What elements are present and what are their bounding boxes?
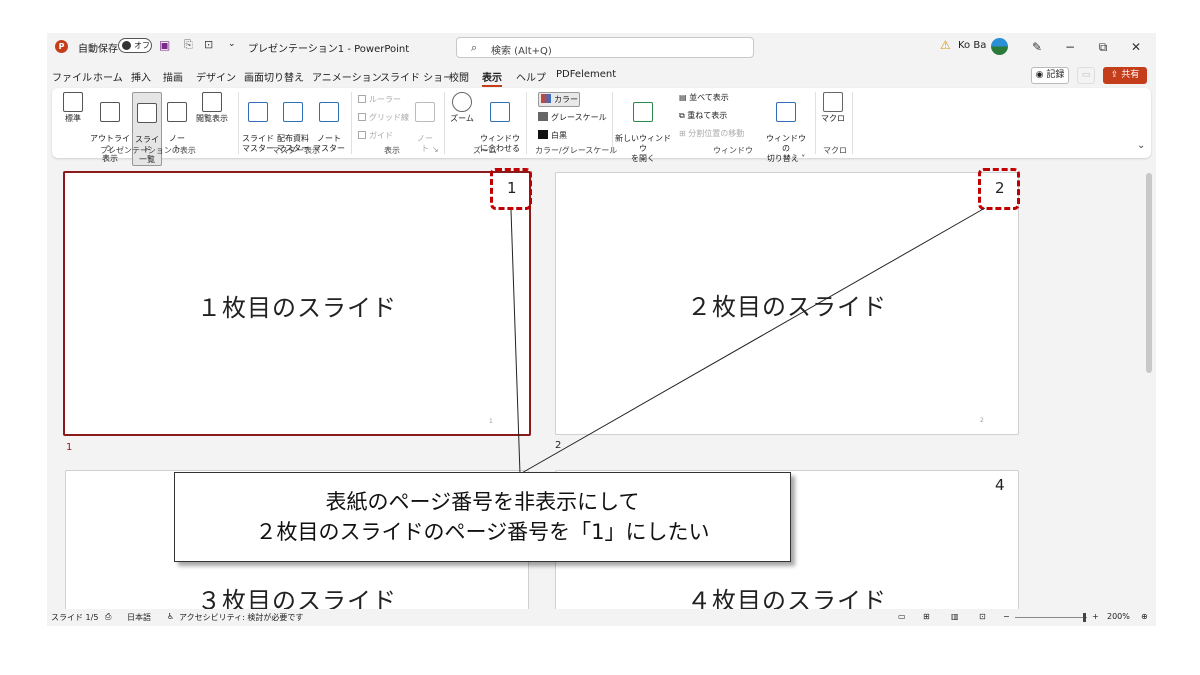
callout-box: 表紙のページ番号を非表示にして ２枚目のスライドのページ番号を「1」にしたい	[174, 472, 791, 562]
annotation-lines	[510, 207, 986, 475]
callout-line-2: ２枚目のスライドのページ番号を「1」にしたい	[255, 520, 710, 544]
pointer-line-2	[519, 207, 986, 475]
pointer-line-1	[510, 209, 521, 475]
callout-line-1: 表紙のページ番号を非表示にして	[325, 490, 640, 514]
